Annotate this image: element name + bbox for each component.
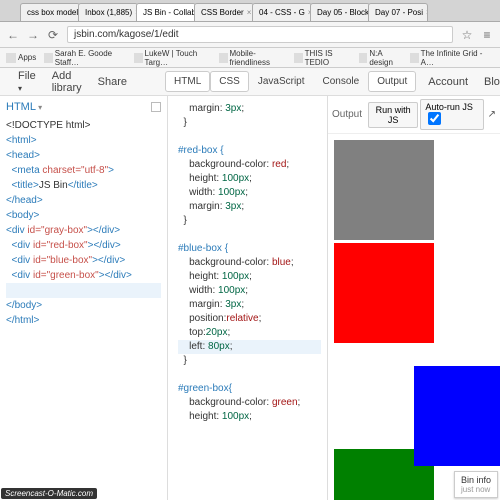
bookmark-link[interactable]: LukeW | Touch Targ… xyxy=(134,49,211,67)
back-icon[interactable]: ← xyxy=(4,26,22,44)
tab-console[interactable]: Console xyxy=(314,71,369,92)
bookmark-apps[interactable]: Apps xyxy=(6,53,36,63)
browser-tab[interactable]: Day 07 - Posi× xyxy=(368,3,428,21)
jsbin-toolbar: File Add library Share HTML CSS JavaScri… xyxy=(0,68,500,96)
browser-tab[interactable]: css box model× xyxy=(20,3,80,21)
favicon-icon xyxy=(44,53,53,63)
tab-javascript[interactable]: JavaScript xyxy=(249,71,314,92)
tab-css[interactable]: CSS xyxy=(210,71,249,92)
watermark: Screencast-O-Matic.com xyxy=(1,488,97,499)
favicon-icon xyxy=(294,53,302,63)
address-bar: ← → ⟳ jsbin.com/kagose/1/edit ☆ ≡ xyxy=(0,22,500,48)
add-library-button[interactable]: Add library xyxy=(44,66,90,98)
favicon-icon xyxy=(359,53,367,63)
bookmark-link[interactable]: THIS IS TEDIO xyxy=(294,49,351,67)
color-swatch[interactable] xyxy=(151,102,161,112)
favicon-icon xyxy=(134,53,143,63)
browser-tab[interactable]: JS Bin - Collab× xyxy=(136,3,196,21)
panel-title-html[interactable]: HTML xyxy=(6,100,42,115)
bookmark-link[interactable]: The Infinite Grid - A… xyxy=(410,49,486,67)
browser-tab-strip: css box model× Inbox (1,885)× JS Bin - C… xyxy=(0,0,500,22)
output-label: Output xyxy=(332,109,362,120)
url-input[interactable]: jsbin.com/kagose/1/edit xyxy=(67,26,453,43)
red-box xyxy=(334,243,434,343)
run-with-js-button[interactable]: Run with JS xyxy=(368,102,418,128)
output-header: Output Run with JS Auto-run JS ↗ xyxy=(328,96,500,134)
bookmark-link[interactable]: Mobile-friendliness xyxy=(219,49,286,67)
panel-tab-group: HTML CSS JavaScript Console Output xyxy=(165,71,416,92)
browser-tab[interactable]: 04 - CSS - G× xyxy=(252,3,312,21)
blue-box xyxy=(414,366,500,466)
share-button[interactable]: Share xyxy=(90,72,135,92)
css-editor[interactable]: margin: 3px; } #red-box { background-col… xyxy=(168,96,328,500)
apps-icon xyxy=(6,53,16,63)
browser-tab[interactable]: Day 05 - Block× xyxy=(310,3,370,21)
favicon-icon xyxy=(410,53,419,63)
close-icon[interactable]: × xyxy=(247,8,252,17)
close-icon[interactable]: × xyxy=(426,8,428,17)
output-preview: Bin info just now xyxy=(328,134,500,500)
bookmark-link[interactable]: N:A design xyxy=(359,49,402,67)
file-menu[interactable]: File xyxy=(10,66,44,98)
html-editor[interactable]: HTML <!DOCTYPE html> <html> <head> <meta… xyxy=(0,96,168,500)
blog-button[interactable]: Blog xyxy=(476,72,500,92)
account-button[interactable]: Account xyxy=(420,72,476,92)
bookmark-link[interactable]: Sarah E. Goode Staff… xyxy=(44,49,126,67)
menu-icon[interactable]: ≡ xyxy=(478,26,496,44)
star-icon[interactable]: ☆ xyxy=(458,26,476,44)
bin-info-popup[interactable]: Bin info just now xyxy=(454,471,498,498)
browser-tab[interactable]: Inbox (1,885)× xyxy=(78,3,138,21)
auto-run-checkbox[interactable] xyxy=(428,112,441,125)
popout-icon[interactable]: ↗ xyxy=(488,109,496,120)
tab-html[interactable]: HTML xyxy=(165,71,210,92)
browser-tab[interactable]: CSS Border× xyxy=(194,3,254,21)
gray-box xyxy=(334,140,434,240)
tab-output[interactable]: Output xyxy=(368,71,416,92)
reload-icon[interactable]: ⟳ xyxy=(44,26,62,44)
favicon-icon xyxy=(219,53,227,63)
auto-run-toggle[interactable]: Auto-run JS xyxy=(420,99,483,130)
output-panel: Output Run with JS Auto-run JS ↗ Bin inf… xyxy=(328,96,500,500)
editor-panels: HTML <!DOCTYPE html> <html> <head> <meta… xyxy=(0,96,500,500)
forward-icon[interactable]: → xyxy=(24,26,42,44)
